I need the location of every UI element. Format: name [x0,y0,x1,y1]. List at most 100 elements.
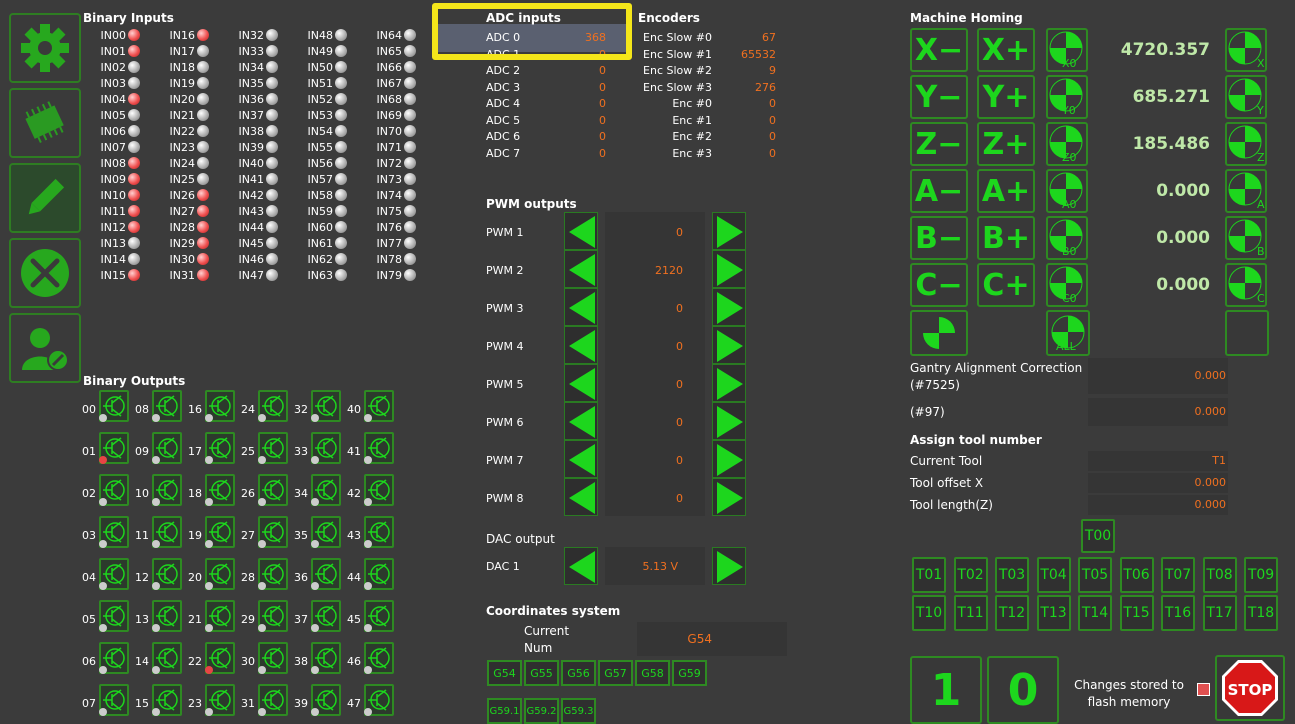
user-button[interactable] [9,313,81,383]
home-rotate-button[interactable] [910,310,968,356]
pwm-decrease-button[interactable] [564,440,598,478]
pwm-increase-button[interactable] [712,440,746,478]
coord-button[interactable]: G59.2 [524,698,559,724]
pwm-increase-button[interactable] [712,402,746,440]
set-axis-button[interactable]: A [1225,169,1267,213]
input-led [197,45,209,57]
tools-button[interactable] [9,238,81,308]
pwm-increase-button[interactable] [712,288,746,326]
pwm-decrease-button[interactable] [564,326,598,364]
empty-button[interactable] [1225,310,1269,356]
tool-button[interactable]: T10 [912,595,946,631]
jog-minus-button[interactable]: Y− [910,75,968,119]
encoder-label: Enc Slow #2 [643,64,712,77]
set-axis-button[interactable]: B [1225,216,1267,260]
set-axis-button[interactable]: Z [1225,122,1267,166]
input-label: IN36 [238,93,264,106]
jog-plus-button[interactable]: Z+ [977,122,1035,166]
home-axis-button[interactable]: Z0 [1046,122,1088,166]
home-axis-label: Z0 [1062,151,1077,164]
tool-button[interactable]: T16 [1161,595,1195,631]
input-in06: IN06 [80,124,140,140]
input-led [266,93,278,105]
jog-minus-button[interactable]: X− [910,28,968,72]
tool-button[interactable]: T02 [953,557,988,593]
pwm-decrease-button[interactable] [564,364,598,402]
home-all-button[interactable]: ALL [1046,310,1090,356]
pwm-increase-button[interactable] [712,212,746,250]
jog-minus-button[interactable]: C− [910,263,968,307]
output-label: 36 [294,571,308,584]
coord-g56-button[interactable]: G56 [561,660,596,686]
home-axis-button[interactable]: Y0 [1046,75,1088,119]
tool-button[interactable]: T12 [995,595,1029,631]
pwm-decrease-button[interactable] [564,402,598,440]
stop-button[interactable]: STOP [1215,655,1285,721]
coord-g59-button[interactable]: G59 [672,660,707,686]
jog-minus-button[interactable]: A− [910,169,968,213]
coord-g57-button[interactable]: G57 [598,660,633,686]
output-label: 00 [82,403,96,416]
dac-increase-button[interactable] [712,547,746,585]
pwm-decrease-button[interactable] [564,288,598,326]
edit-button[interactable] [9,163,81,233]
jog-minus-button[interactable]: Z− [910,122,968,166]
set-axis-button[interactable]: C [1225,263,1267,307]
jog-minus-button[interactable]: B− [910,216,968,260]
pwm-increase-button[interactable] [712,250,746,288]
tool-button[interactable]: T13 [1036,595,1071,631]
pwm-increase-button[interactable] [712,364,746,402]
tool-button[interactable]: T17 [1202,595,1237,631]
home-axis-button[interactable]: C0 [1046,263,1088,307]
input-in69: IN69 [356,108,416,124]
jog-plus-button[interactable]: A+ [977,169,1035,213]
output-label: 06 [82,655,96,668]
wrench-screwdriver-icon [21,249,69,297]
pwm-decrease-button[interactable] [564,212,598,250]
output-label: 15 [135,697,149,710]
coord-g54-button[interactable]: G54 [487,660,522,686]
stop-label: STOP [1227,681,1273,699]
tool-button[interactable]: T18 [1244,595,1278,631]
set-axis-button[interactable]: X [1225,28,1267,72]
dac-decrease-button[interactable] [564,547,598,585]
pwm-increase-button[interactable] [712,326,746,364]
output-label: 19 [188,529,202,542]
input-led [197,253,209,265]
set-axis-button[interactable]: Y [1225,75,1267,119]
tool-button[interactable]: T03 [995,557,1029,593]
pwm-decrease-button[interactable] [564,250,598,288]
tool-button[interactable]: T11 [953,595,988,631]
pwm-increase-button[interactable] [712,478,746,516]
jog-plus-button[interactable]: Y+ [977,75,1035,119]
jog-plus-button[interactable]: X+ [977,28,1035,72]
coord-g55-button[interactable]: G55 [524,660,559,686]
home-axis-button[interactable]: B0 [1046,216,1088,260]
jog-plus-button[interactable]: B+ [977,216,1035,260]
tool-button[interactable]: T09 [1244,557,1278,593]
output-led [205,456,213,464]
button-zero[interactable]: 0 [987,656,1059,724]
tool-button[interactable]: T15 [1119,595,1154,631]
pwm-decrease-button[interactable] [564,478,598,516]
tool-button[interactable]: T05 [1078,557,1112,593]
input-led [197,61,209,73]
tool-button[interactable]: T07 [1161,557,1195,593]
coord-g58-button[interactable]: G58 [635,660,670,686]
coord-button[interactable]: G59.1 [487,698,522,724]
home-axis-button[interactable]: X0 [1046,28,1088,72]
tool-t00-button[interactable]: T00 [1081,519,1115,553]
home-axis-button[interactable]: A0 [1046,169,1088,213]
button-one[interactable]: 1 [910,656,982,724]
output-label: 25 [241,445,255,458]
tool-button[interactable]: T06 [1119,557,1154,593]
tool-button[interactable]: T01 [912,557,946,593]
settings-button[interactable] [9,13,81,83]
jog-plus-button[interactable]: C+ [977,263,1035,307]
tool-button[interactable]: T04 [1036,557,1071,593]
output-label: 39 [294,697,308,710]
tool-button[interactable]: T08 [1202,557,1237,593]
hardware-button[interactable] [9,88,81,158]
tool-button[interactable]: T14 [1078,595,1112,631]
coord-button[interactable]: G59.3 [561,698,596,724]
